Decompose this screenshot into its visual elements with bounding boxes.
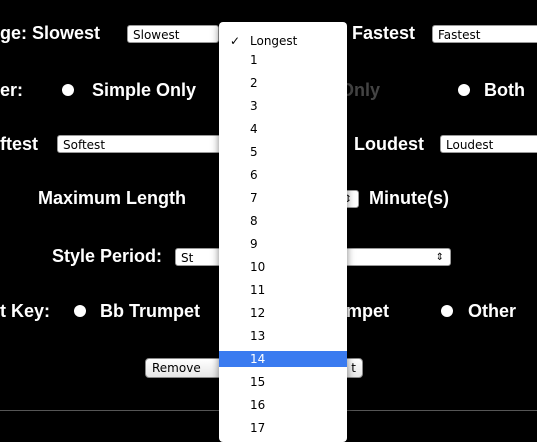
menu-item-label: 2 xyxy=(250,76,258,90)
interval-type-label: er: xyxy=(0,80,24,100)
length-dropdown-menu[interactable]: ✓ Longest 1 2 3 4 5 6 7 8 9 10 11 12 13 … xyxy=(219,22,347,442)
menu-item-label: Longest xyxy=(250,34,298,48)
radio-bb-trumpet[interactable] xyxy=(74,305,86,317)
radio-simple-only[interactable] xyxy=(62,84,74,96)
menu-item[interactable]: 17 xyxy=(219,420,347,436)
menu-item-label: 15 xyxy=(250,375,266,389)
menu-item-label: 17 xyxy=(250,421,266,435)
menu-item[interactable]: 7 xyxy=(219,190,347,206)
menu-item[interactable]: 8 xyxy=(219,213,347,229)
maximum-length-label: Maximum Length xyxy=(38,188,187,208)
menu-item-longest[interactable]: ✓ Longest xyxy=(219,33,347,49)
instrument-key-label: t Key: xyxy=(0,301,51,321)
menu-item[interactable]: 3 xyxy=(219,98,347,114)
menu-item-label: 14 xyxy=(250,352,266,366)
menu-item-label: 7 xyxy=(250,191,258,205)
menu-item-label: 3 xyxy=(250,99,258,113)
simple-only-label: Simple Only xyxy=(92,80,197,100)
loudest-select[interactable]: Loudest xyxy=(440,135,537,153)
menu-item-highlighted[interactable]: 14 xyxy=(219,351,347,367)
radio-both[interactable] xyxy=(458,84,470,96)
menu-item[interactable]: 4 xyxy=(219,121,347,137)
menu-item[interactable]: 11 xyxy=(219,282,347,298)
bb-trumpet-label: Bb Trumpet xyxy=(100,301,201,321)
menu-item-label: 5 xyxy=(250,145,258,159)
both-label: Both xyxy=(484,80,525,100)
menu-item-label: 9 xyxy=(250,237,258,251)
menu-item-label: 10 xyxy=(250,260,266,274)
dynamics-softest-label: ftest xyxy=(0,134,39,154)
menu-item-label: 13 xyxy=(250,329,266,343)
menu-item-label: 8 xyxy=(250,214,258,228)
menu-item-label: 11 xyxy=(250,283,266,297)
menu-item[interactable]: 9 xyxy=(219,236,347,252)
style-period-select-value: St xyxy=(181,251,194,265)
softest-select-value: Softest xyxy=(63,138,106,152)
other-label: Other xyxy=(468,301,517,321)
menu-item[interactable]: 6 xyxy=(219,167,347,183)
minutes-unit-label: Minute(s) xyxy=(369,188,449,208)
menu-item[interactable]: 1 xyxy=(219,52,347,68)
menu-item-label: 16 xyxy=(250,398,266,412)
fastest-select[interactable]: Fastest xyxy=(432,25,537,43)
tempo-slowest-label: ge: Slowest xyxy=(0,23,101,43)
fastest-label: Fastest xyxy=(352,23,416,43)
select-arrows-icon: ⇕ xyxy=(435,252,444,263)
menu-item-label: 6 xyxy=(250,168,258,182)
menu-item-label: 1 xyxy=(250,53,258,67)
style-period-label: Style Period: xyxy=(52,246,163,266)
loudest-label: Loudest xyxy=(354,134,424,154)
menu-item[interactable]: 16 xyxy=(219,397,347,413)
menu-item[interactable]: 12 xyxy=(219,305,347,321)
menu-item-label: 4 xyxy=(250,122,258,136)
radio-other[interactable] xyxy=(441,305,453,317)
slowest-select-value: Slowest xyxy=(133,28,180,42)
menu-item[interactable]: 13 xyxy=(219,328,347,344)
remove-button[interactable]: Remove xyxy=(145,358,225,378)
menu-item-label: 12 xyxy=(250,306,266,320)
menu-item[interactable]: 5 xyxy=(219,144,347,160)
menu-item[interactable]: 15 xyxy=(219,374,347,390)
checkmark-icon: ✓ xyxy=(230,34,241,48)
fastest-select-value: Fastest xyxy=(438,28,481,42)
menu-item[interactable]: 2 xyxy=(219,75,347,91)
slowest-select[interactable]: Slowest xyxy=(127,25,219,43)
loudest-select-value: Loudest xyxy=(446,138,494,152)
menu-item[interactable]: 10 xyxy=(219,259,347,275)
